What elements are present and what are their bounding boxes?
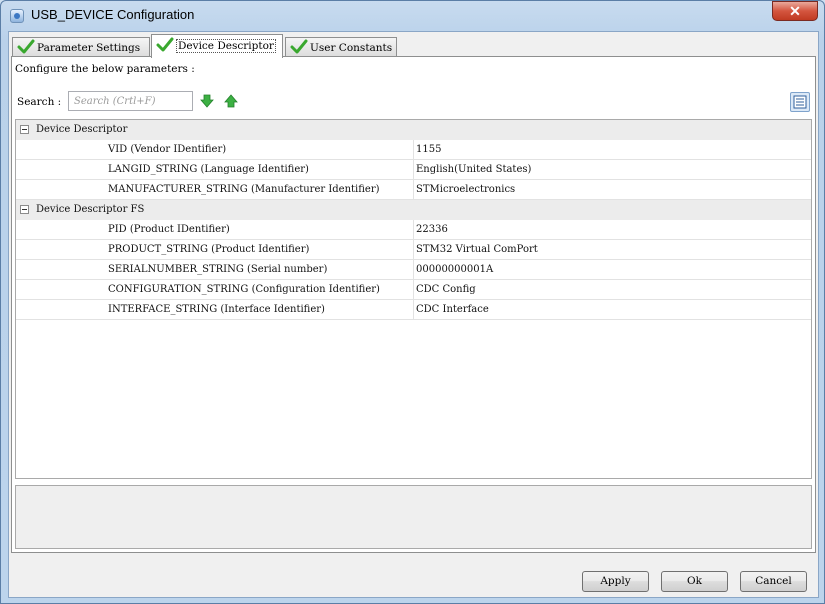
- parameter-value[interactable]: 22336: [413, 220, 811, 239]
- tab-panel: Configure the below parameters : Search …: [11, 56, 816, 553]
- parameter-row[interactable]: PRODUCT_STRING (Product Identifier) STM3…: [16, 240, 811, 260]
- green-arrow-down-icon[interactable]: [200, 94, 214, 108]
- parameter-value[interactable]: STMicroelectronics: [413, 180, 811, 199]
- search-label: Search :: [17, 96, 62, 108]
- tab-user-constants[interactable]: User Constants: [285, 37, 397, 57]
- title-bar[interactable]: USB_DEVICE Configuration ✕: [1, 1, 824, 31]
- apply-button[interactable]: Apply: [582, 571, 649, 592]
- parameter-value[interactable]: STM32 Virtual ComPort: [413, 240, 811, 259]
- list-view-icon: [793, 95, 807, 109]
- tab-parameter-settings[interactable]: Parameter Settings: [12, 37, 150, 57]
- parameter-table: Device Descriptor VID (Vendor IDentifier…: [15, 119, 812, 479]
- parameter-value[interactable]: 1155: [413, 140, 811, 159]
- parameter-row[interactable]: PID (Product IDentifier) 22336: [16, 220, 811, 240]
- collapse-icon[interactable]: [20, 125, 29, 134]
- ok-button[interactable]: Ok: [661, 571, 728, 592]
- parameter-row[interactable]: MANUFACTURER_STRING (Manufacturer Identi…: [16, 180, 811, 200]
- parameter-name: SERIALNUMBER_STRING (Serial number): [108, 264, 328, 275]
- description-panel: [15, 485, 812, 549]
- group-name: Device Descriptor: [36, 124, 128, 135]
- parameter-value[interactable]: CDC Config: [413, 280, 811, 299]
- group-name: Device Descriptor FS: [36, 204, 145, 215]
- parameter-row[interactable]: VID (Vendor IDentifier) 1155: [16, 140, 811, 160]
- green-arrow-up-icon[interactable]: [224, 94, 238, 108]
- group-row[interactable]: Device Descriptor: [16, 120, 811, 140]
- window-title: USB_DEVICE Configuration: [31, 7, 195, 22]
- parameter-row[interactable]: CONFIGURATION_STRING (Configuration Iden…: [16, 280, 811, 300]
- tab-label: User Constants: [310, 42, 393, 54]
- green-check-icon: [290, 39, 308, 54]
- parameter-name: MANUFACTURER_STRING (Manufacturer Identi…: [108, 184, 380, 195]
- parameter-name: CONFIGURATION_STRING (Configuration Iden…: [108, 284, 380, 295]
- tab-device-descriptor[interactable]: Device Descriptor: [151, 34, 283, 58]
- parameter-name: PRODUCT_STRING (Product Identifier): [108, 244, 310, 255]
- app-icon: [10, 9, 24, 23]
- parameter-value[interactable]: English(United States): [413, 160, 811, 179]
- green-check-icon: [17, 39, 35, 54]
- close-icon: ✕: [789, 3, 801, 19]
- search-input[interactable]: [68, 91, 193, 111]
- dialog-window: USB_DEVICE Configuration ✕ Parameter Set…: [0, 0, 825, 604]
- parameter-name: VID (Vendor IDentifier): [108, 144, 227, 155]
- tab-label: Parameter Settings: [37, 42, 141, 54]
- dialog-body: Parameter Settings Device Descriptor Use…: [8, 31, 819, 598]
- collapse-icon[interactable]: [20, 205, 29, 214]
- tab-label: Device Descriptor: [176, 39, 276, 53]
- parameter-row[interactable]: SERIALNUMBER_STRING (Serial number) 0000…: [16, 260, 811, 280]
- parameter-name: INTERFACE_STRING (Interface Identifier): [108, 304, 325, 315]
- green-check-icon: [156, 37, 174, 52]
- parameter-value[interactable]: CDC Interface: [413, 300, 811, 319]
- view-toggle-button[interactable]: [790, 92, 810, 112]
- parameter-row[interactable]: INTERFACE_STRING (Interface Identifier) …: [16, 300, 811, 320]
- parameter-name: LANGID_STRING (Language Identifier): [108, 164, 309, 175]
- instruction-text: Configure the below parameters :: [15, 63, 195, 75]
- group-row[interactable]: Device Descriptor FS: [16, 200, 811, 220]
- parameter-name: PID (Product IDentifier): [108, 224, 230, 235]
- cancel-button[interactable]: Cancel: [740, 571, 807, 592]
- close-button[interactable]: ✕: [772, 1, 818, 21]
- parameter-row[interactable]: LANGID_STRING (Language Identifier) Engl…: [16, 160, 811, 180]
- parameter-value[interactable]: 00000000001A: [413, 260, 811, 279]
